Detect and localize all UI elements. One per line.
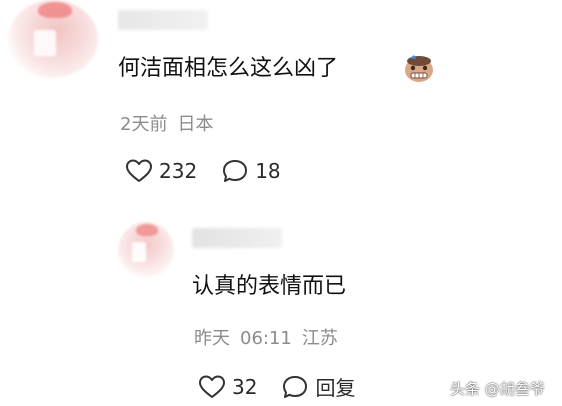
reply-like-count: 32 [232, 374, 258, 399]
reply-actions: 32 回复 [198, 372, 355, 401]
comment-bubble-icon[interactable] [221, 158, 249, 184]
commenter-name-redacted[interactable] [118, 10, 208, 30]
comment-time: 2天前 [120, 114, 168, 135]
comment-actions: 232 18 [125, 158, 281, 184]
comment-text: 何洁面相怎么这么凶了 [118, 56, 339, 81]
heart-icon[interactable] [125, 158, 153, 184]
replier-name-redacted[interactable] [192, 228, 282, 248]
reply-location: 江苏 [301, 328, 338, 349]
heart-icon[interactable] [198, 374, 226, 400]
watermark: 头条 @胡叁爷 [450, 380, 545, 398]
reply-time: 昨天 [194, 328, 230, 349]
reply-count: 18 [255, 159, 281, 183]
comment-bubble-icon[interactable] [281, 374, 309, 400]
like-count: 232 [159, 159, 198, 183]
comment-meta: 2天前 日本 [120, 114, 213, 136]
reply-clock: 06:11 [240, 328, 292, 349]
reply-button[interactable]: 回复 [315, 372, 355, 401]
comment-location: 日本 [177, 114, 214, 135]
commenter-avatar[interactable] [8, 0, 98, 78]
reply-text: 认真的表情而已 [192, 274, 347, 299]
reply-meta: 昨天 06:11 江苏 [194, 328, 338, 350]
replier-avatar[interactable] [118, 222, 174, 278]
grimace-face-sticker-icon [402, 55, 436, 83]
